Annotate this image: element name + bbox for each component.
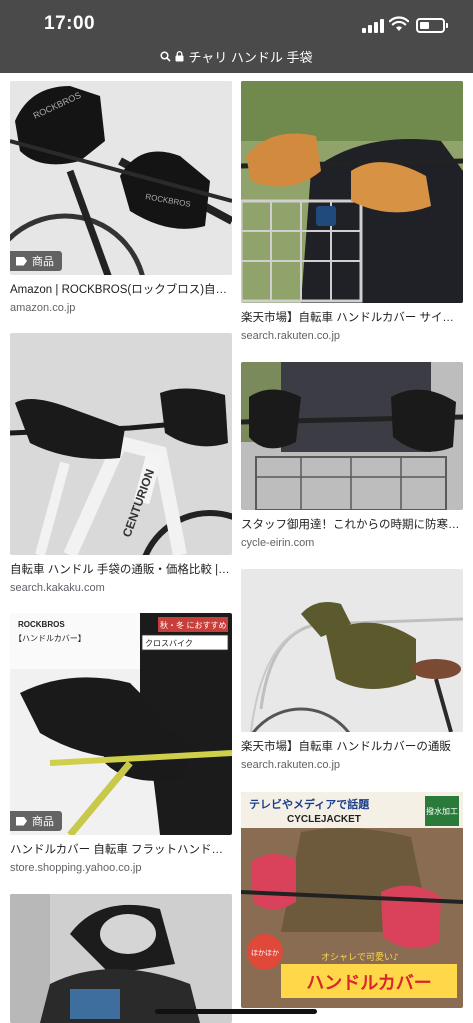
result-card[interactable]: CENTURION 自転車 ハンドル 手袋の通販・価格比較 | 価格.com s… (10, 333, 232, 595)
result-source: search.rakuten.co.jp (241, 759, 341, 771)
result-card[interactable]: 楽天市場】自転車 ハンドルカバーの通販 search.rakuten.co.jp (241, 569, 463, 772)
status-time: 17:00 (44, 13, 96, 34)
result-thumbnail[interactable] (241, 81, 463, 303)
battery-icon (416, 18, 448, 33)
result-title[interactable]: 楽天市場】自転車 ハンドルカバー サイクル (241, 311, 463, 325)
cross-bike-tag-text: クロスバイク (145, 639, 193, 648)
rockbros-handlebar-photo: ROCKBROS ROCKBROS (10, 81, 232, 275)
result-card[interactable]: テレビやメディアで話題 CYCLEJACKET 撥水加工 ほかほか オシャレで可… (241, 792, 463, 1008)
ad-product-text: CYCLEJACKET (287, 814, 361, 825)
result-card[interactable]: 秋・冬 におすすめ クロスバイク ROCKBROS 【ハンドルカバー】 商品 ハ… (10, 613, 232, 875)
search-icon (160, 50, 172, 62)
result-thumbnail[interactable]: テレビやメディアで話題 CYCLEJACKET 撥水加工 ほかほか オシャレで可… (241, 792, 463, 1008)
result-card[interactable]: スタッフ御用達！これからの時期に防寒グッズ cycle-eirin.com (241, 362, 463, 550)
result-thumbnail[interactable] (241, 569, 463, 732)
flat-handlebar-cover-photo: 秋・冬 におすすめ クロスバイク ROCKBROS 【ハンドルカバー】 (10, 613, 232, 835)
result-thumbnail[interactable]: 秋・冬 におすすめ クロスバイク ROCKBROS 【ハンドルカバー】 商品 (10, 613, 232, 835)
result-title[interactable]: ハンドルカバー 自転車 フラットハンドル用 (10, 843, 232, 857)
rockbros-logo-text: ROCKBROS (18, 620, 65, 629)
result-source: search.rakuten.co.jp (241, 330, 341, 342)
ad-tagline-text: オシャレで可愛い♪ (321, 951, 399, 963)
ad-headline-text: テレビやメディアで話題 (249, 797, 370, 811)
product-badge: 商品 (10, 251, 62, 271)
lock-icon (175, 50, 184, 61)
result-thumbnail[interactable] (10, 894, 232, 1023)
browser-header: 17:00 チャリ ハンドル 手袋 (0, 0, 473, 73)
result-card[interactable]: 楽天市場】自転車 ハンドルカバー サイクル search.rakuten.co.… (241, 81, 463, 343)
result-thumbnail[interactable]: ROCKBROS ROCKBROS 商品 (10, 81, 232, 275)
result-card[interactable]: ROCKBROS ROCKBROS 商品 Amazon | ROCKBROS(ロ… (10, 81, 232, 315)
olive-handle-cover-photo (241, 569, 463, 732)
result-source: cycle-eirin.com (241, 537, 315, 549)
wifi-icon (389, 16, 409, 31)
ad-warm-text: ほかほか (251, 949, 279, 957)
result-title[interactable]: スタッフ御用達！これからの時期に防寒グッズ (241, 518, 463, 532)
rockbros-sub-text: 【ハンドルカバー】 (14, 634, 86, 643)
result-title[interactable]: 自転車 ハンドル 手袋の通販・価格比較 | 価格.com (10, 563, 232, 577)
result-thumbnail[interactable]: CENTURION (10, 333, 232, 555)
child-seat-bike-photo (10, 894, 232, 1023)
tag-icon (16, 816, 27, 826)
result-title[interactable]: Amazon | ROCKBROS(ロックブロス)自転車ハンドルカバー (10, 283, 232, 297)
result-card[interactable] (10, 894, 232, 1023)
white-bike-handle-cover-photo: CENTURION (10, 333, 232, 555)
result-source: amazon.co.jp (10, 302, 76, 314)
cellular-signal-icon (362, 19, 384, 33)
ad-name-text: ハンドルカバー (306, 973, 431, 994)
status-bar: 17:00 (0, 0, 473, 44)
home-indicator[interactable] (155, 1009, 317, 1014)
result-source: store.shopping.yahoo.co.jp (10, 862, 142, 874)
result-source: search.kakaku.com (10, 582, 105, 594)
address-query: チャリ ハンドル 手袋 (188, 49, 313, 65)
tag-icon (16, 256, 27, 266)
ad-waterproof-text: 撥水加工 (426, 806, 458, 816)
cyclejacket-ad-photo: テレビやメディアで話題 CYCLEJACKET 撥水加工 ほかほか オシャレで可… (241, 792, 463, 1008)
result-thumbnail[interactable] (241, 362, 463, 510)
address-bar[interactable]: チャリ ハンドル 手袋 (0, 44, 473, 68)
product-badge: 商品 (10, 811, 62, 831)
orange-handle-cover-photo (241, 81, 463, 303)
autumn-tag-text: 秋・冬 におすすめ (160, 620, 227, 630)
result-title[interactable]: 楽天市場】自転車 ハンドルカバーの通販 (241, 740, 463, 754)
basket-bike-handle-cover-photo (241, 362, 463, 510)
